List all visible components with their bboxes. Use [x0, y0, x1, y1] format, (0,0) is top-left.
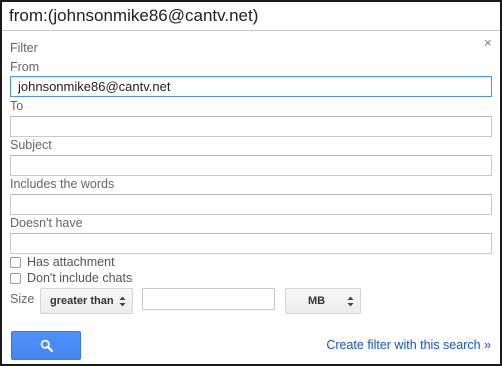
includes-words-field[interactable]	[10, 194, 492, 215]
size-comparator-value: greater than	[50, 295, 114, 307]
search-button[interactable]	[11, 331, 81, 360]
doesnt-have-field[interactable]	[10, 233, 492, 254]
includes-words-label: Includes the words	[10, 177, 115, 191]
to-field[interactable]	[10, 116, 492, 137]
select-arrows-icon	[119, 296, 126, 307]
create-filter-link[interactable]: Create filter with this search »	[326, 338, 491, 352]
filter-dialog: from:(johnsonmike86@cantv.net) Filter × …	[0, 0, 502, 366]
has-attachment-label: Has attachment	[27, 255, 115, 269]
size-unit-select[interactable]: MB	[285, 288, 361, 314]
has-attachment-row[interactable]: Has attachment	[10, 255, 115, 269]
has-attachment-checkbox[interactable]	[10, 256, 21, 268]
filter-title: Filter	[10, 41, 38, 55]
size-label: Size	[10, 292, 35, 306]
size-value-input[interactable]	[142, 288, 275, 310]
from-label: From	[10, 60, 40, 74]
dont-include-chats-checkbox[interactable]	[10, 272, 21, 284]
subject-field[interactable]	[10, 155, 492, 176]
search-bar[interactable]: from:(johnsonmike86@cantv.net)	[2, 2, 500, 31]
to-label: To	[10, 99, 24, 113]
doesnt-have-label: Doesn't have	[10, 216, 83, 230]
size-comparator-select[interactable]: greater than	[40, 288, 133, 314]
subject-label: Subject	[10, 138, 52, 152]
search-query[interactable]: from:(johnsonmike86@cantv.net)	[9, 6, 258, 26]
dont-include-chats-row[interactable]: Don't include chats	[10, 271, 132, 285]
size-unit-value: MB	[308, 295, 326, 307]
from-field[interactable]	[10, 76, 492, 97]
close-icon[interactable]: ×	[484, 36, 492, 50]
search-icon	[40, 339, 53, 352]
dont-include-chats-label: Don't include chats	[27, 271, 133, 285]
select-arrows-icon	[347, 296, 354, 307]
